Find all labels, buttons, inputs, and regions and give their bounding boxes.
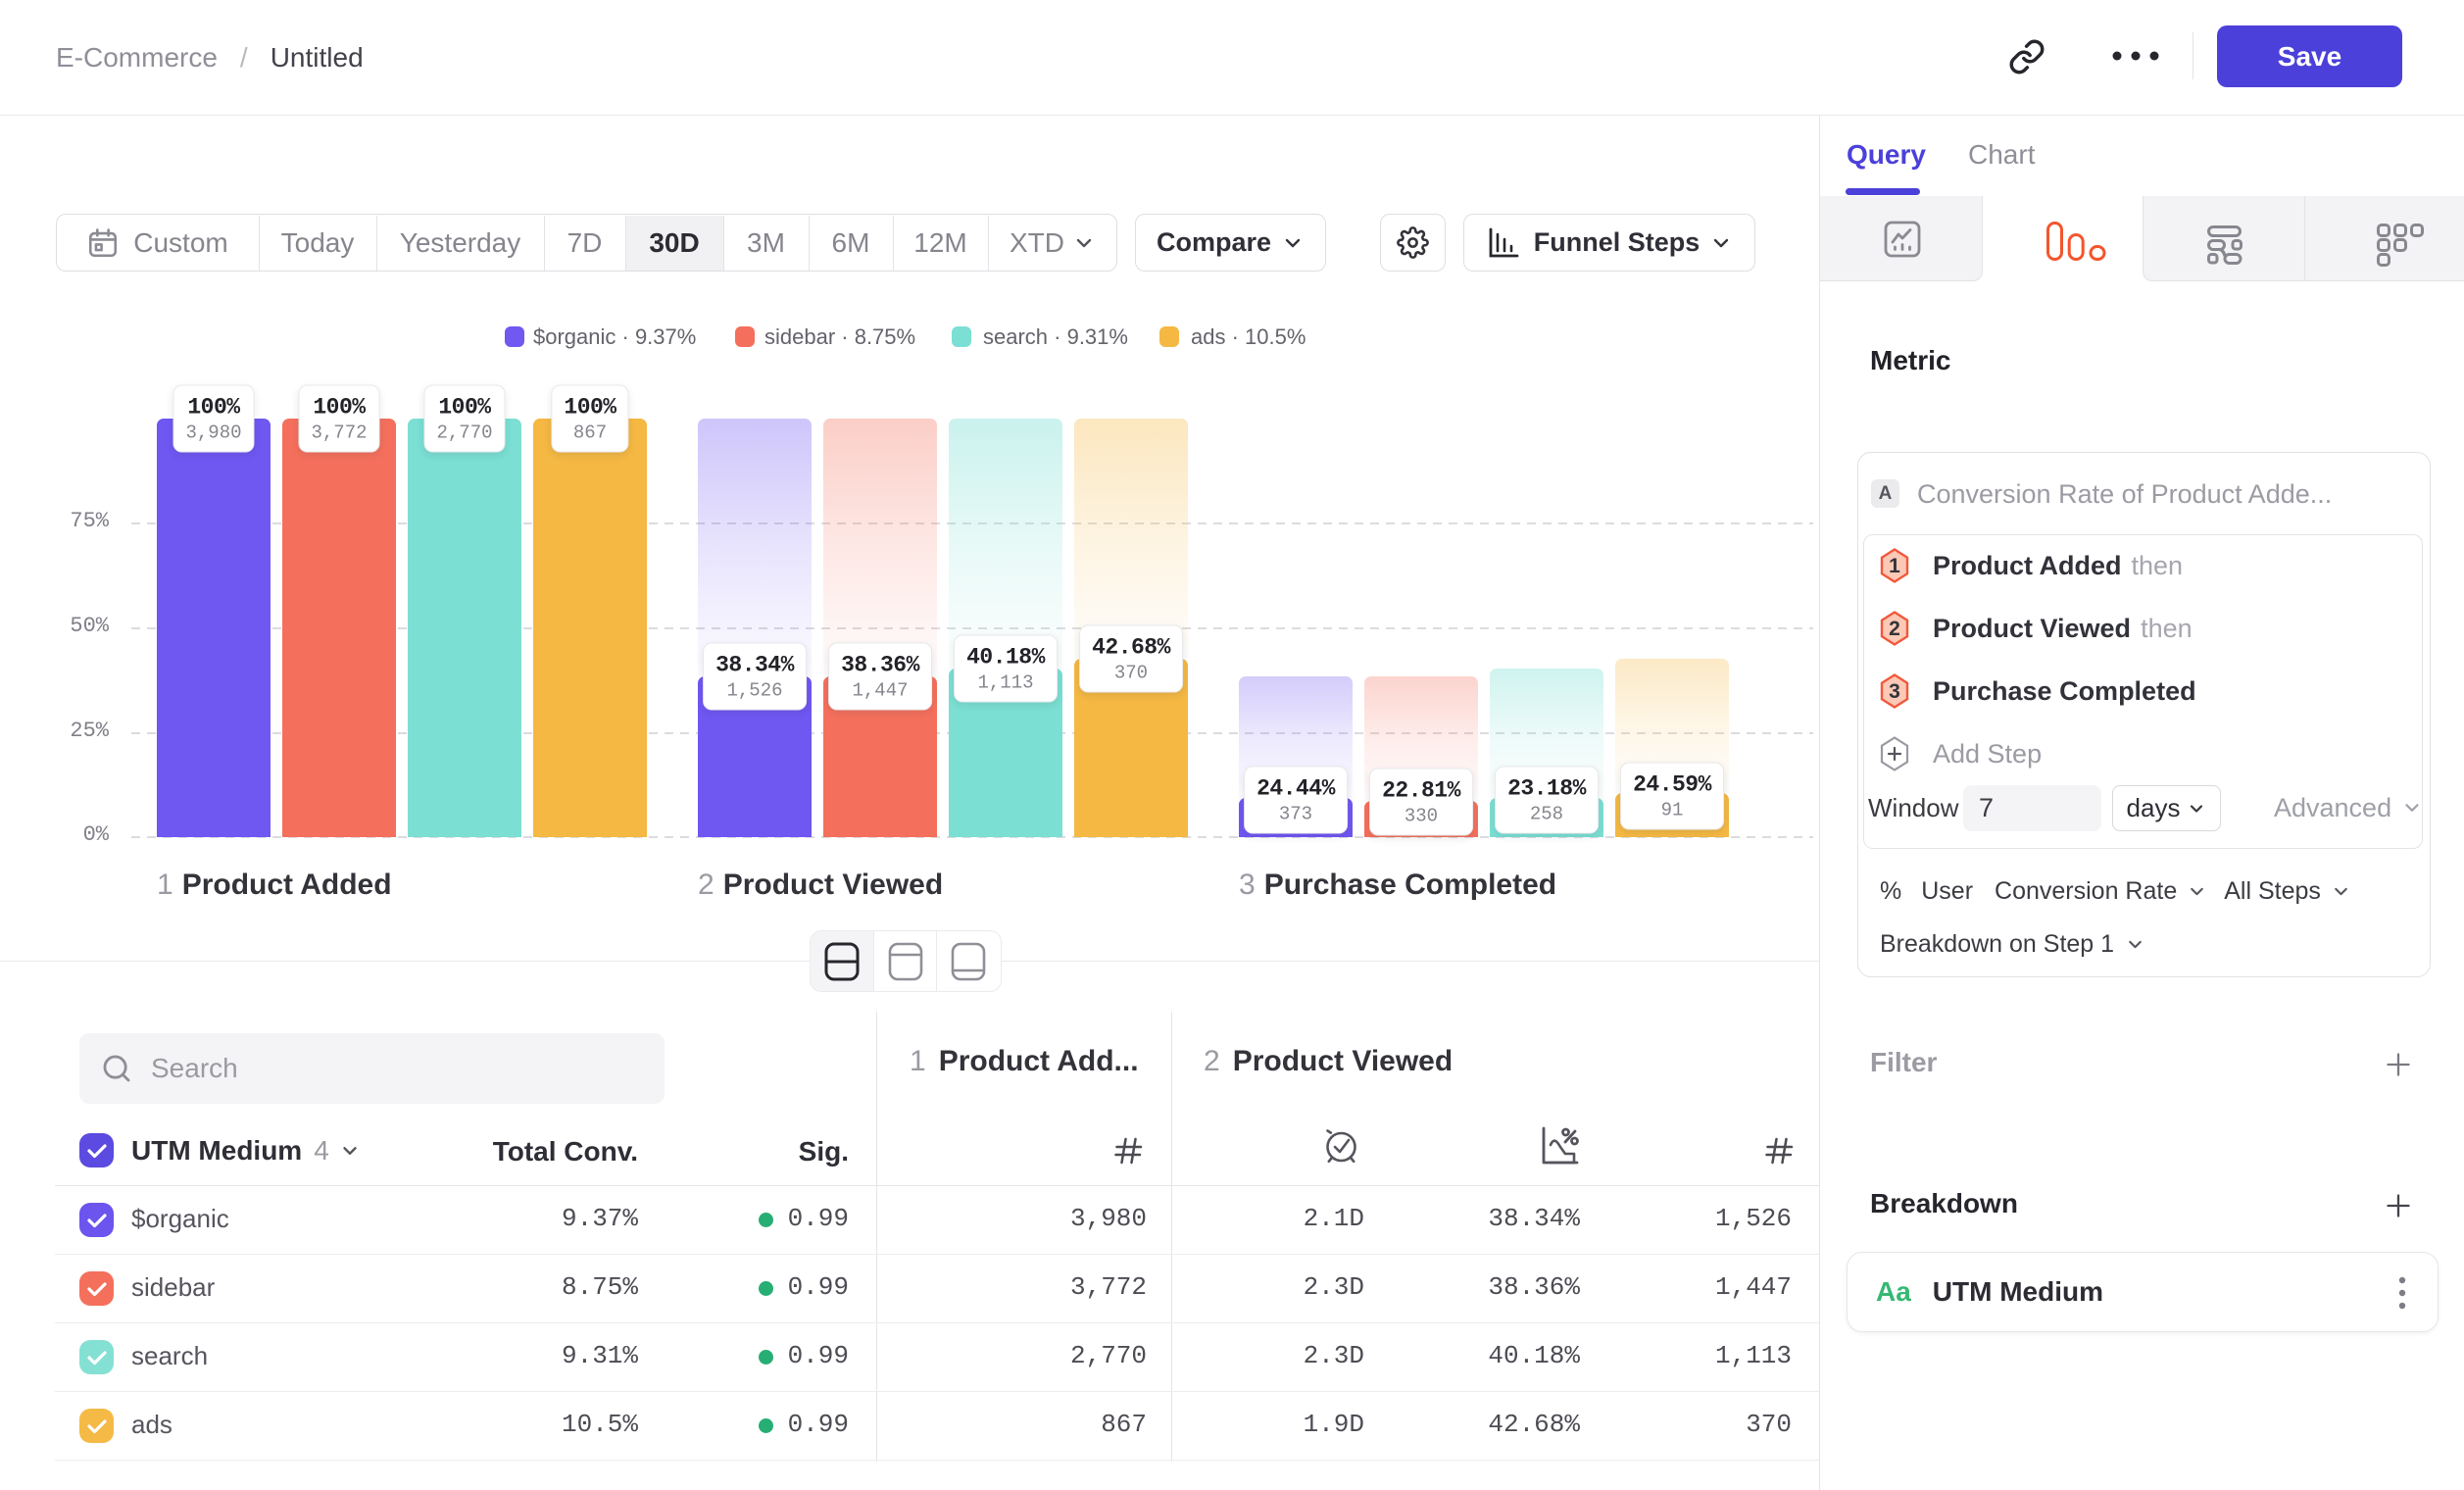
- svg-text:1: 1: [1889, 555, 1900, 577]
- svg-text:3: 3: [1889, 680, 1900, 703]
- svg-text:2: 2: [1889, 618, 1900, 640]
